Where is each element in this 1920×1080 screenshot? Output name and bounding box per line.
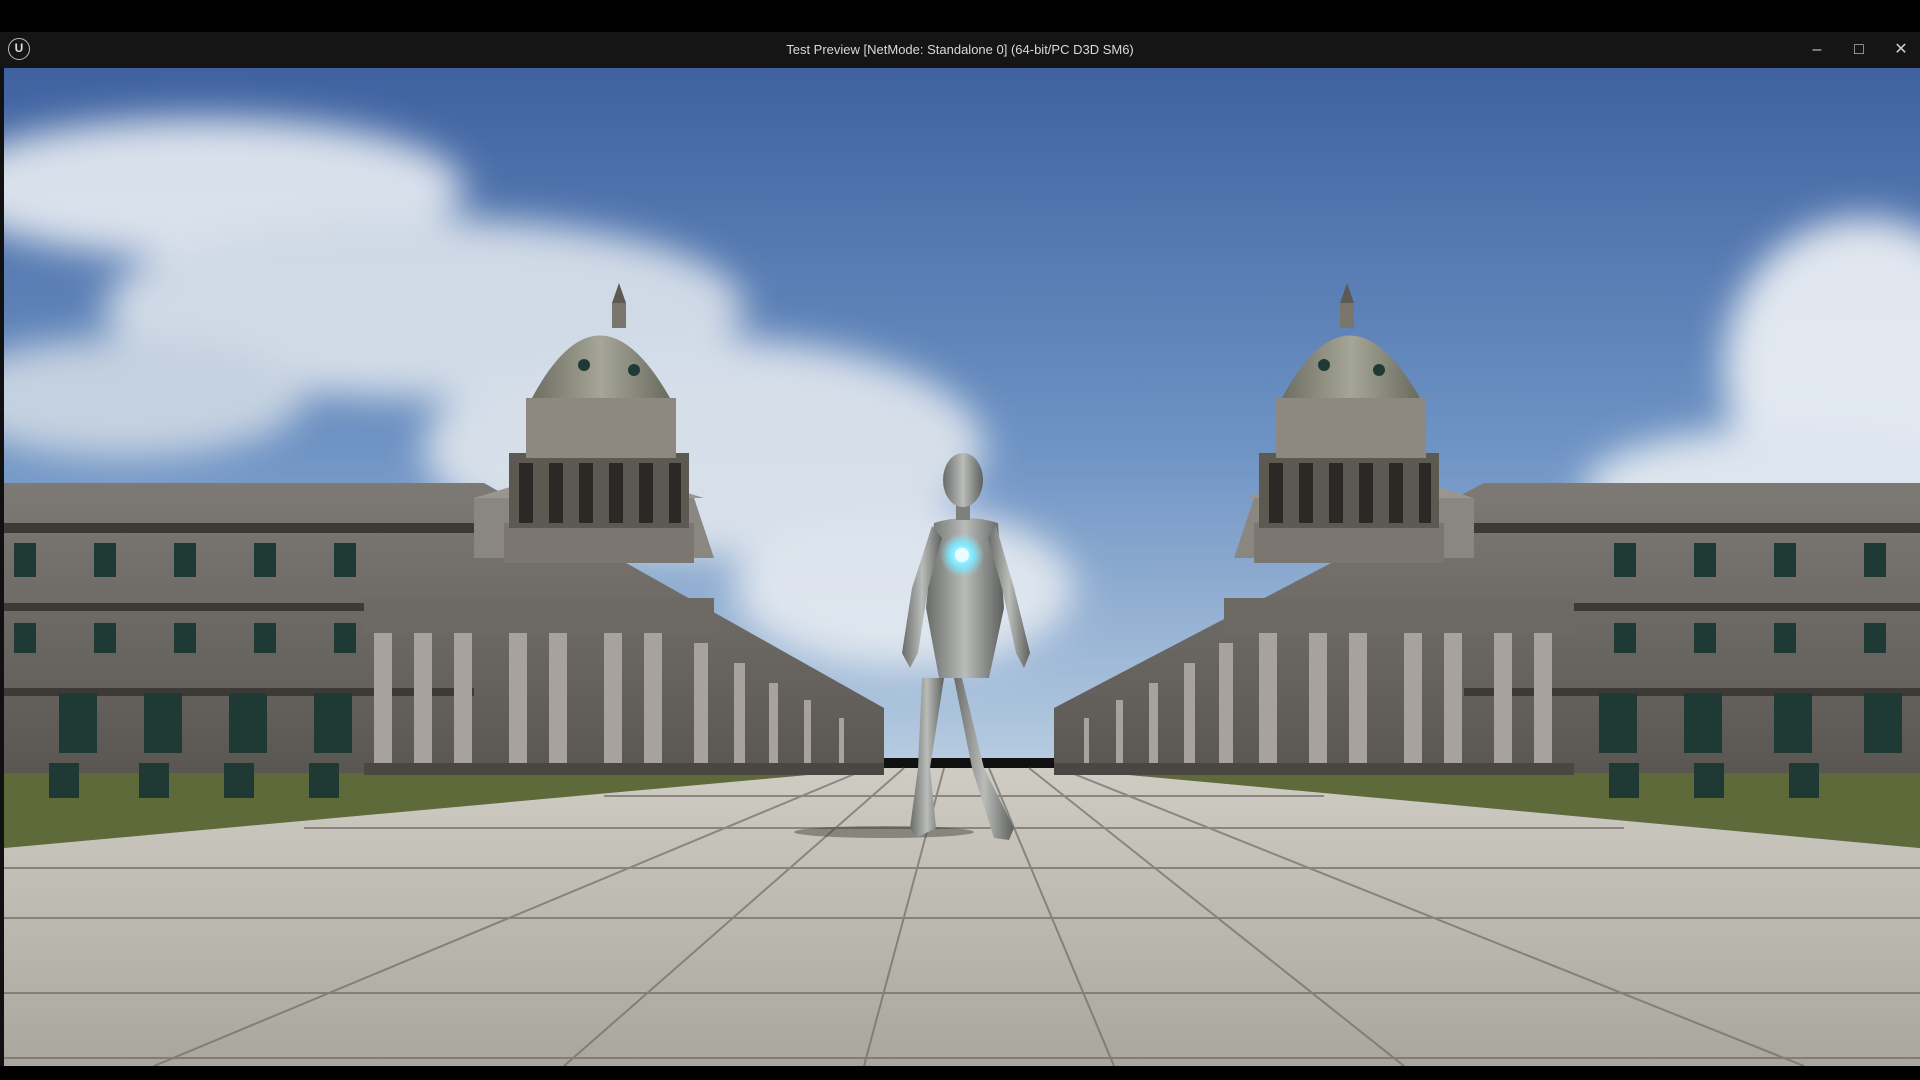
minimize-icon: – bbox=[1812, 41, 1822, 58]
close-icon: ✕ bbox=[1894, 41, 1908, 58]
game-viewport[interactable] bbox=[4, 68, 1920, 1066]
maximize-icon: □ bbox=[1854, 41, 1864, 58]
screen-bottom-letterbox bbox=[0, 1066, 1920, 1080]
title-bar[interactable]: U Test Preview [NetMode: Standalone 0] (… bbox=[0, 32, 1920, 68]
close-button[interactable]: ✕ bbox=[1880, 32, 1920, 68]
maximize-button[interactable]: □ bbox=[1838, 32, 1880, 68]
game-scene bbox=[4, 68, 1920, 1066]
screen-top-letterbox bbox=[0, 0, 1920, 32]
window-title: Test Preview [NetMode: Standalone 0] (64… bbox=[786, 42, 1134, 57]
game-preview-window: U Test Preview [NetMode: Standalone 0] (… bbox=[0, 32, 1920, 1066]
minimize-button[interactable]: – bbox=[1796, 32, 1838, 68]
